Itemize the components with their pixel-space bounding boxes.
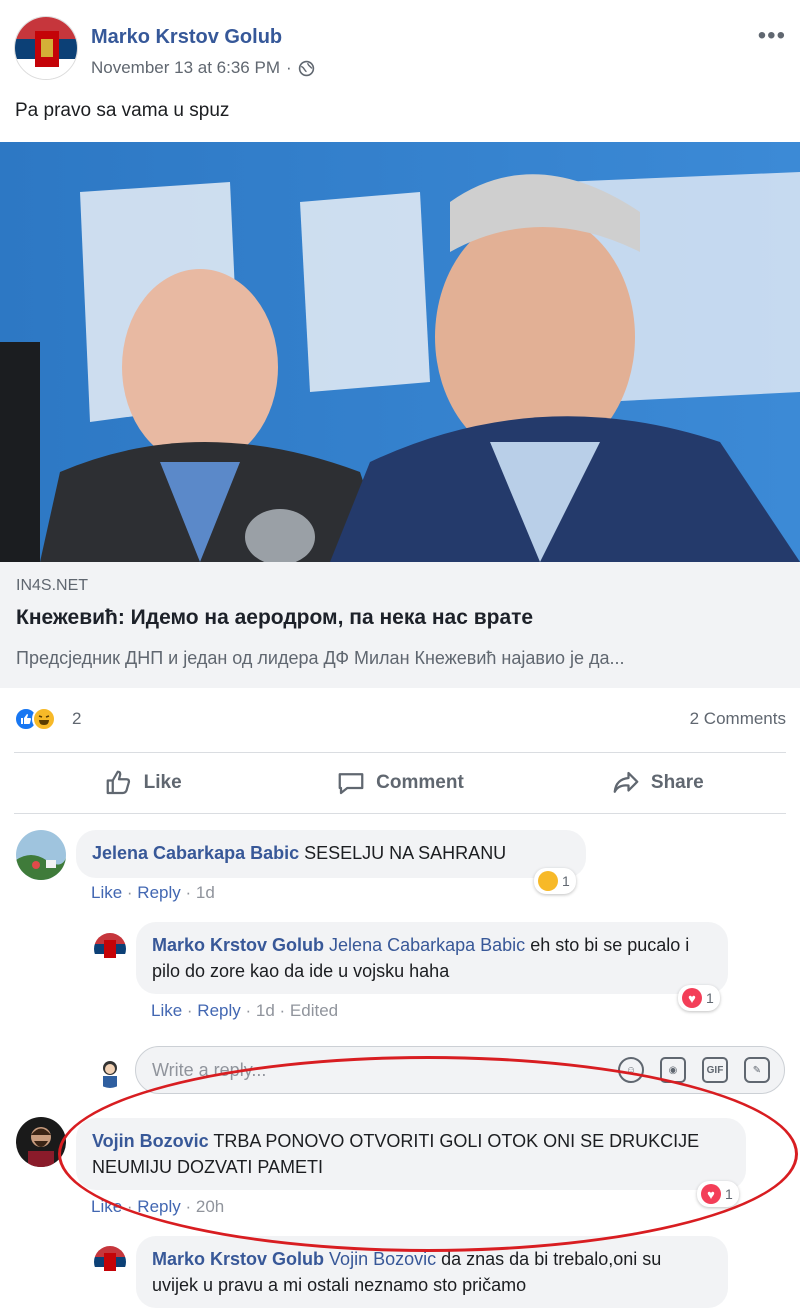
share-button[interactable]: Share [529,753,786,813]
link-description: Предсједник ДНП и један од лидера ДФ Мил… [16,648,625,668]
comment-button[interactable]: Comment [271,753,528,813]
link-title[interactable]: Кнежевић: Идемо на аеродром, па нека нас… [16,606,533,630]
comment-time[interactable]: 20h [196,1197,224,1216]
link-preview-image[interactable] [0,142,800,562]
comment-like-link[interactable]: Like [91,1197,122,1216]
comment-reaction-badge[interactable]: ♥ 1 [678,985,720,1011]
comment-edited[interactable]: Edited [290,1001,338,1020]
post-author-name[interactable]: Marko Krstov Golub [91,26,282,49]
comment-mention[interactable]: Jelena Cabarkapa Babic [329,935,525,955]
comment-author[interactable]: Vojin Bozovic [92,1131,209,1151]
reply-placeholder: Write a reply... [152,1060,267,1080]
comment-author[interactable]: Jelena Cabarkapa Babic [92,843,299,863]
link-preview-info[interactable]: IN4S.NET Кнежевић: Идемо на аеродром, па… [0,562,800,688]
comment-bubble: Jelena Cabarkapa Babic SESELJU NA SAHRAN… [76,830,586,878]
commenter-avatar[interactable] [94,933,126,965]
comment-like-link[interactable]: Like [151,1001,182,1020]
share-button-label: Share [650,772,704,793]
comment-bubble: Marko Krstov Golub Vojin Bozovic da znas… [136,1236,728,1308]
comment-actions: Like · Reply · 20h [91,1197,225,1216]
comment-mention[interactable]: Vojin Bozovic [329,1249,436,1269]
comment-reaction-count: 1 [562,873,570,889]
comment-author[interactable]: Marko Krstov Golub [152,1249,324,1269]
meta-separator: · [285,58,292,77]
like-button[interactable]: Like [14,753,271,813]
comment-bubble: Vojin Bozovic TRBA PONOVO OTVORITI GOLI … [76,1118,746,1190]
post-meta: November 13 at 6:36 PM · [91,58,315,78]
current-user-avatar [94,1056,126,1088]
comment-reaction-badge[interactable]: ♥ 1 [697,1181,739,1207]
gif-icon[interactable]: GIF [702,1057,728,1083]
globe-icon [298,60,315,77]
reactions-summary: 2 2 Comments [14,705,786,735]
speech-bubble-icon [338,773,364,795]
author-avatar[interactable] [14,16,78,80]
heart-icon: ♥ [682,988,702,1008]
camera-icon[interactable]: ◉ [660,1057,686,1083]
like-button-label: Like [143,772,182,793]
commenter-avatar[interactable] [16,830,66,880]
comment-reply-link[interactable]: Reply [137,883,180,902]
post-header: Marko Krstov Golub November 13 at 6:36 P… [14,16,786,86]
comments-count[interactable]: 2 Comments [690,709,786,729]
reaction-count[interactable]: 2 [72,709,81,729]
post-action-bar: Like Comment Share [14,752,786,814]
link-preview-card[interactable]: IN4S.NET Кнежевић: Идемо на аеродром, па… [0,142,800,688]
thumbs-up-icon [106,770,130,795]
comment-author[interactable]: Marko Krstov Golub [152,935,324,955]
haha-icon [538,871,558,891]
haha-icon[interactable] [32,707,56,731]
comment-actions: Like · Reply · 1d · Edited [151,1001,339,1020]
comment-like-link[interactable]: Like [91,883,122,902]
commenter-avatar[interactable] [94,1246,126,1278]
comment-bubble: Marko Krstov Golub Jelena Cabarkapa Babi… [136,922,728,994]
emoji-icon[interactable]: ☺ [618,1057,644,1083]
comment-reply-link[interactable]: Reply [197,1001,240,1020]
comment-time[interactable]: 1d [256,1001,275,1020]
reply-input[interactable]: Write a reply... ☺ ◉ GIF ✎ [135,1046,785,1094]
link-domain: IN4S.NET [16,577,89,594]
post-text: Pa pravo sa vama u spuz [15,100,230,121]
heart-icon: ♥ [701,1184,721,1204]
sticker-icon[interactable]: ✎ [744,1057,770,1083]
commenter-avatar[interactable] [16,1117,66,1167]
comment-reaction-badge[interactable]: 1 [534,868,576,894]
reply-input-tools: ☺ ◉ GIF ✎ [618,1057,770,1083]
comment-reply-link[interactable]: Reply [137,1197,180,1216]
comment-actions: Like · Reply · 1d [91,883,215,902]
comment-reaction-count: 1 [706,990,714,1006]
comment-time[interactable]: 1d [196,883,215,902]
comment-button-label: Comment [376,772,464,793]
comment-reaction-count: 1 [725,1186,733,1202]
share-arrow-icon [613,771,639,793]
post-timestamp[interactable]: November 13 at 6:36 PM [91,58,280,78]
more-options-icon[interactable]: ••• [758,24,786,48]
comment-text: SESELJU NA SAHRANU [304,843,507,863]
